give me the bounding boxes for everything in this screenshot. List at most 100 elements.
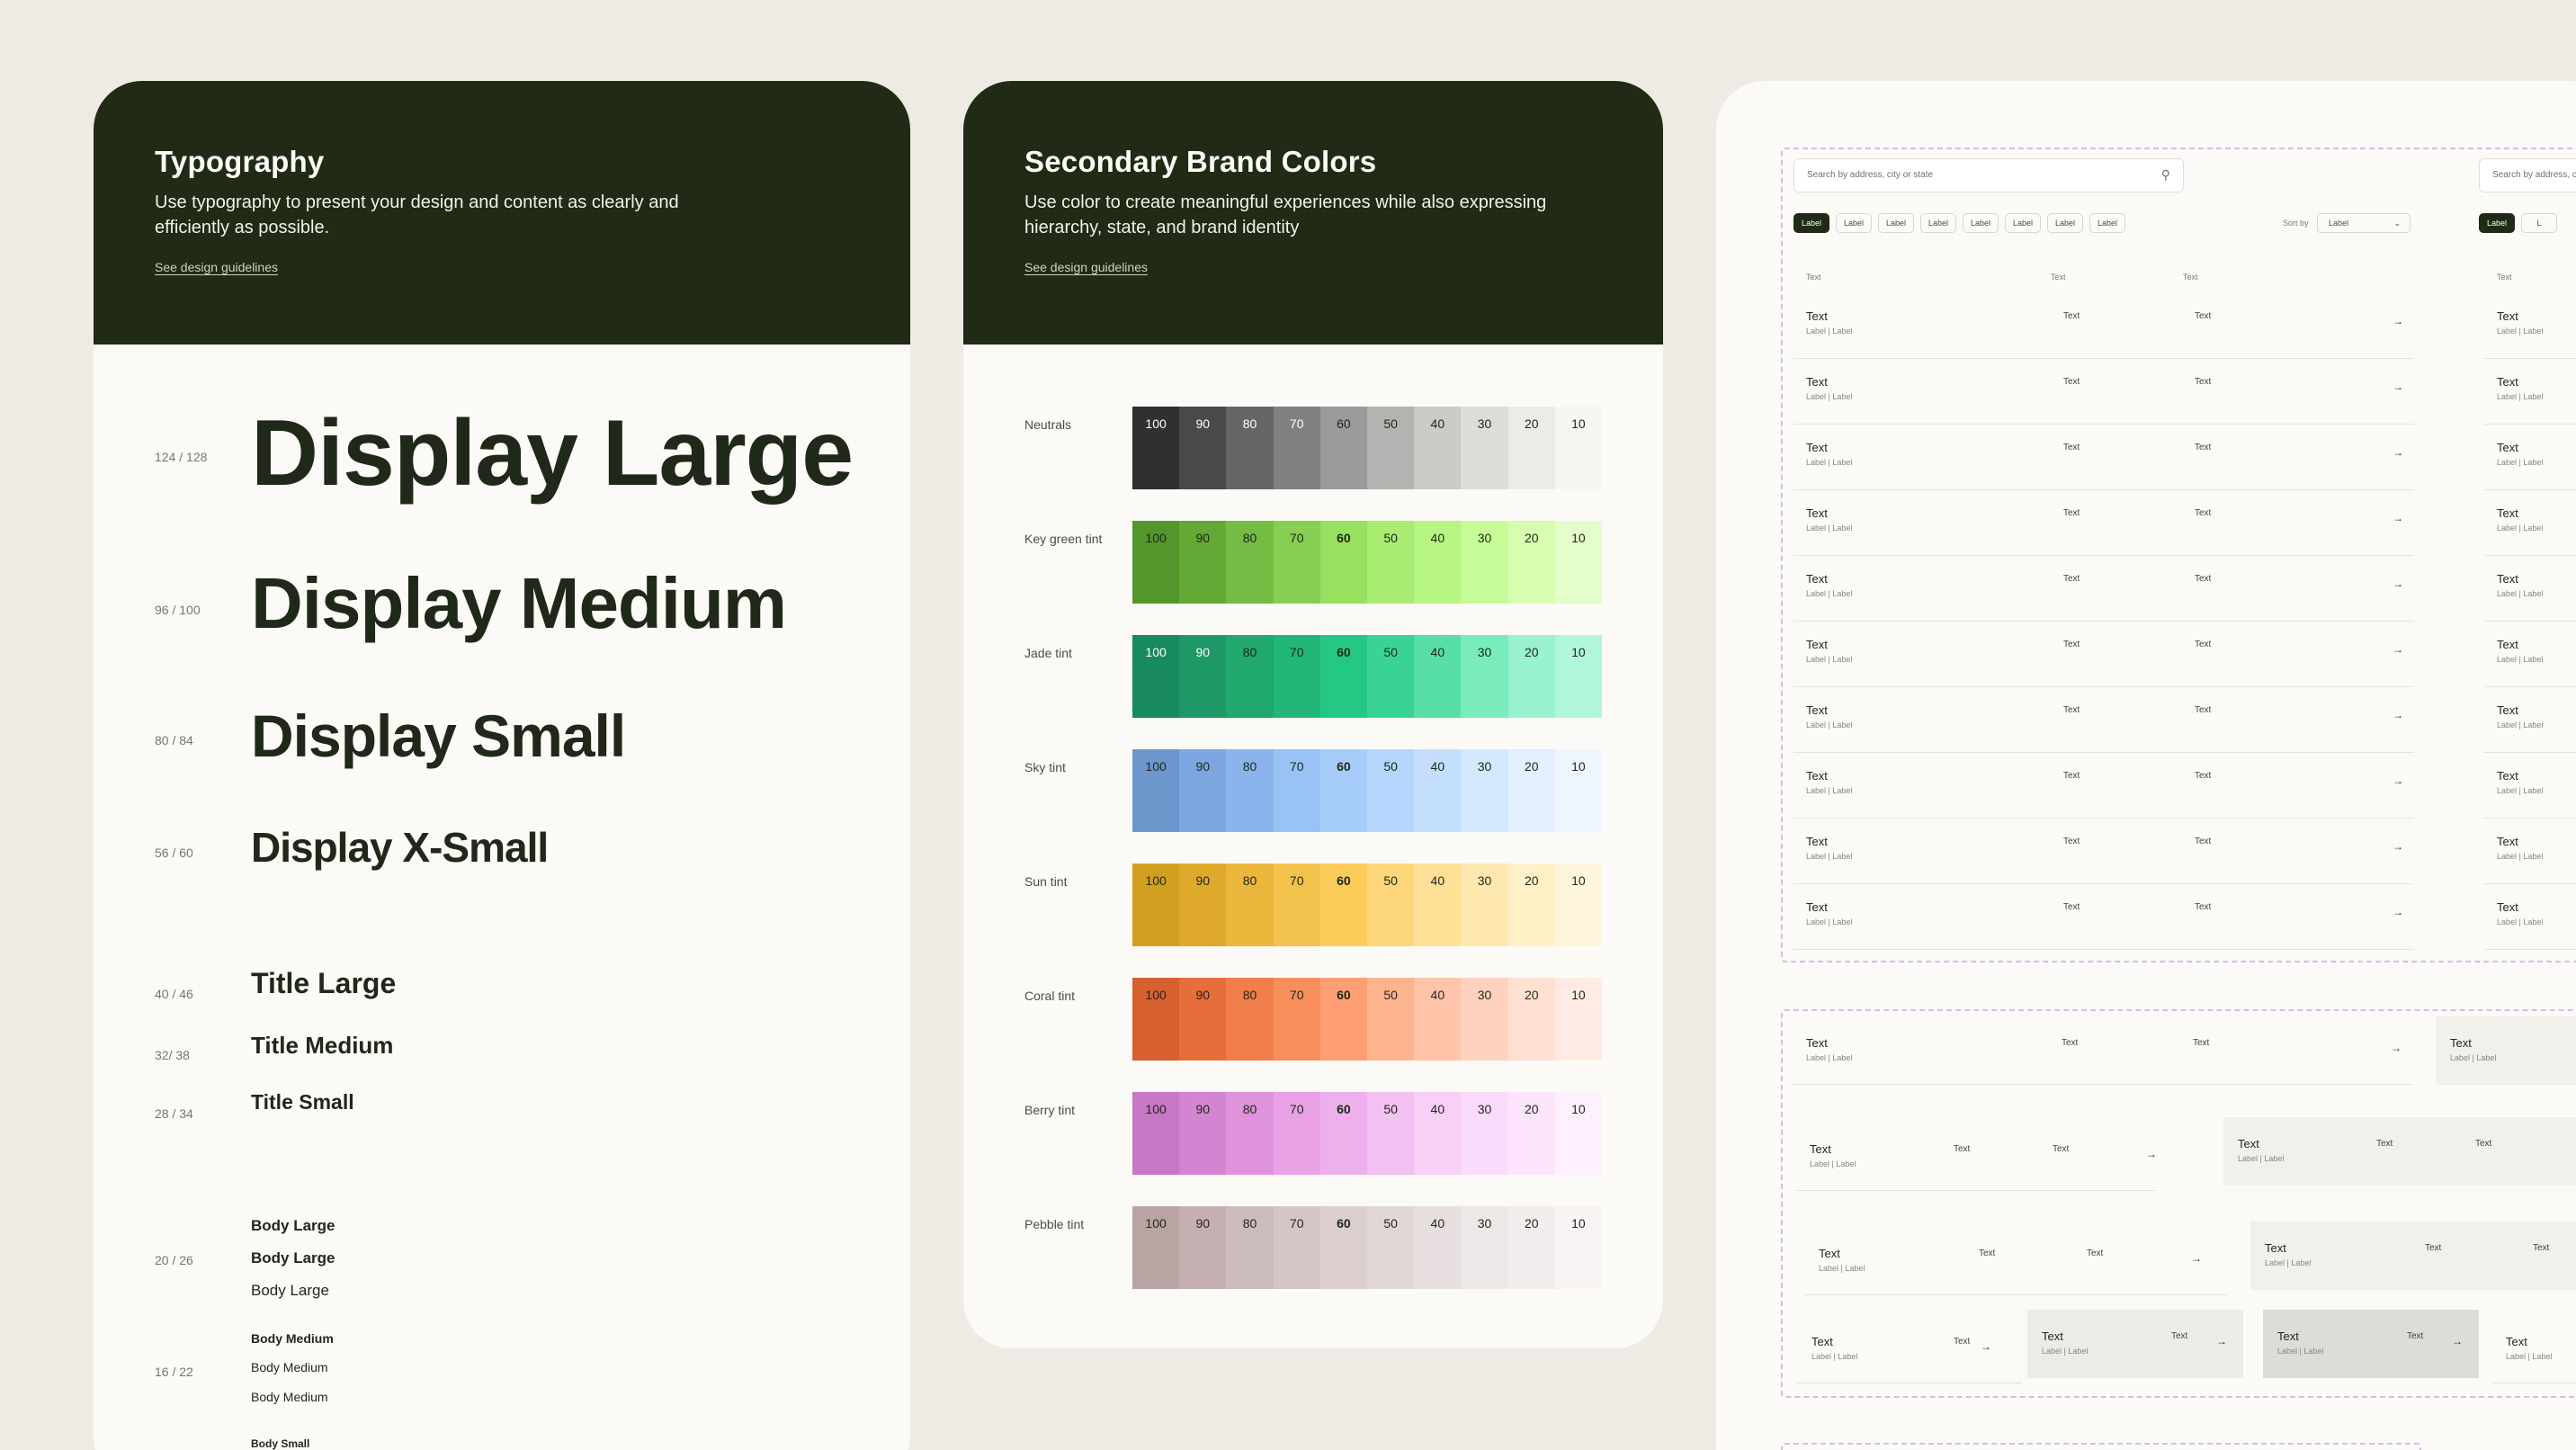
- filter-chip[interactable]: Label: [2479, 213, 2515, 233]
- color-swatch[interactable]: 90: [1179, 978, 1227, 1061]
- color-swatch[interactable]: 10: [1554, 635, 1603, 718]
- table-row[interactable]: Text Label | Label Text Text →: [1793, 687, 2414, 753]
- arrow-right-icon[interactable]: →: [2393, 774, 2403, 787]
- table-row[interactable]: Text Label | Label Text Text →: [1793, 293, 2414, 359]
- color-swatch[interactable]: 70: [1273, 864, 1320, 946]
- color-swatch[interactable]: 100: [1132, 749, 1180, 832]
- arrow-right-icon[interactable]: →: [2393, 906, 2403, 918]
- table-row[interactable]: Text Label | Label: [2484, 622, 2576, 687]
- color-swatch[interactable]: 10: [1554, 864, 1603, 946]
- color-swatch[interactable]: 30: [1461, 978, 1508, 1061]
- color-swatch[interactable]: 30: [1461, 1092, 1508, 1175]
- color-swatch[interactable]: 100: [1132, 521, 1180, 604]
- filter-chip[interactable]: Label: [2005, 213, 2041, 233]
- color-swatch[interactable]: 20: [1507, 1092, 1555, 1175]
- color-swatch[interactable]: 10: [1554, 1092, 1603, 1175]
- arrow-right-icon[interactable]: →: [2391, 1042, 2402, 1054]
- color-swatch[interactable]: 40: [1414, 1206, 1462, 1289]
- color-swatch[interactable]: 70: [1273, 978, 1320, 1061]
- color-swatch[interactable]: 50: [1367, 635, 1415, 718]
- arrow-right-icon[interactable]: →: [2191, 1252, 2202, 1265]
- color-swatch[interactable]: 60: [1319, 864, 1368, 946]
- color-swatch[interactable]: 10: [1554, 521, 1603, 604]
- table-row[interactable]: Text Label | Label Text Text →: [1793, 490, 2414, 556]
- color-swatch[interactable]: 80: [1226, 978, 1274, 1061]
- color-swatch[interactable]: 100: [1132, 978, 1180, 1061]
- color-swatch[interactable]: 20: [1507, 407, 1555, 489]
- arrow-right-icon[interactable]: →: [1981, 1340, 1991, 1353]
- row-variant[interactable]: Text Label | Label Text →: [1797, 1315, 2022, 1383]
- row-variant[interactable]: Text Label | Label Text Text →: [1792, 1016, 2412, 1085]
- color-swatch[interactable]: 70: [1273, 407, 1320, 489]
- arrow-right-icon[interactable]: →: [2146, 1148, 2157, 1160]
- color-swatch[interactable]: 40: [1414, 749, 1462, 832]
- table-row[interactable]: Text Label | Label Text Text →: [1793, 359, 2414, 425]
- color-swatch[interactable]: 60: [1319, 635, 1368, 718]
- row-variant[interactable]: Text Label | Label: [2491, 1315, 2576, 1383]
- row-variant[interactable]: Text Label | Label Text Text: [2250, 1222, 2576, 1290]
- color-swatch[interactable]: 90: [1179, 407, 1227, 489]
- color-swatch[interactable]: 90: [1179, 749, 1227, 832]
- color-swatch[interactable]: 70: [1273, 521, 1320, 604]
- color-swatch[interactable]: 30: [1461, 635, 1508, 718]
- color-swatch[interactable]: 20: [1507, 864, 1555, 946]
- color-swatch[interactable]: 60: [1319, 978, 1368, 1061]
- color-swatch[interactable]: 40: [1414, 864, 1462, 946]
- color-swatch[interactable]: 20: [1507, 521, 1555, 604]
- row-variant[interactable]: Text Label | Label Text Text →: [1804, 1227, 2227, 1295]
- color-swatch[interactable]: 50: [1367, 978, 1415, 1061]
- arrow-right-icon[interactable]: →: [2393, 446, 2403, 459]
- colors-guidelines-link[interactable]: See design guidelines: [1024, 260, 1148, 274]
- table-row[interactable]: Text Label | Label: [2484, 819, 2576, 884]
- table-row[interactable]: Text Label | Label: [2484, 359, 2576, 425]
- color-swatch[interactable]: 50: [1367, 1206, 1415, 1289]
- color-swatch[interactable]: 80: [1226, 1206, 1274, 1289]
- color-swatch[interactable]: 30: [1461, 521, 1508, 604]
- color-swatch[interactable]: 60: [1319, 749, 1368, 832]
- arrow-right-icon[interactable]: →: [2393, 577, 2403, 590]
- color-swatch[interactable]: 30: [1461, 1206, 1508, 1289]
- color-swatch[interactable]: 20: [1507, 1206, 1555, 1289]
- color-swatch[interactable]: 20: [1507, 978, 1555, 1061]
- table-row[interactable]: Text Label | Label: [2484, 490, 2576, 556]
- color-swatch[interactable]: 100: [1132, 1092, 1180, 1175]
- color-swatch[interactable]: 10: [1554, 1206, 1603, 1289]
- arrow-right-icon[interactable]: →: [2393, 380, 2403, 393]
- table-row[interactable]: Text Label | Label Text Text →: [1793, 425, 2414, 490]
- color-swatch[interactable]: 10: [1554, 407, 1603, 489]
- color-swatch[interactable]: 100: [1132, 1206, 1180, 1289]
- color-swatch[interactable]: 50: [1367, 1092, 1415, 1175]
- color-swatch[interactable]: 30: [1461, 749, 1508, 832]
- color-swatch[interactable]: 90: [1179, 1206, 1227, 1289]
- color-swatch[interactable]: 100: [1132, 635, 1180, 718]
- color-swatch[interactable]: 10: [1554, 978, 1603, 1061]
- filter-chip[interactable]: Label: [1878, 213, 1914, 233]
- arrow-right-icon[interactable]: →: [2393, 512, 2403, 524]
- color-swatch[interactable]: 20: [1507, 635, 1555, 718]
- color-swatch[interactable]: 90: [1179, 1092, 1227, 1175]
- filter-chip[interactable]: Label: [2089, 213, 2125, 233]
- color-swatch[interactable]: 50: [1367, 407, 1415, 489]
- table-row[interactable]: Text Label | Label Text Text →: [1793, 819, 2414, 884]
- color-swatch[interactable]: 60: [1319, 1206, 1368, 1289]
- filter-chip[interactable]: Label: [1793, 213, 1829, 233]
- color-swatch[interactable]: 90: [1179, 521, 1227, 604]
- search-input[interactable]: Search by address, city or state ⚲: [1793, 158, 2184, 192]
- color-swatch[interactable]: 100: [1132, 407, 1180, 489]
- table-row[interactable]: Text Label | Label Text Text →: [1793, 884, 2414, 950]
- color-swatch[interactable]: 40: [1414, 521, 1462, 604]
- arrow-right-icon[interactable]: →: [2393, 643, 2403, 656]
- filter-chip[interactable]: L: [2521, 213, 2557, 233]
- color-swatch[interactable]: 70: [1273, 749, 1320, 832]
- sort-select[interactable]: Label ⌄: [2317, 213, 2411, 233]
- color-swatch[interactable]: 80: [1226, 521, 1274, 604]
- color-swatch[interactable]: 40: [1414, 1092, 1462, 1175]
- table-row[interactable]: Text Label | Label Text Text →: [1793, 622, 2414, 687]
- arrow-right-icon[interactable]: →: [2216, 1335, 2227, 1347]
- arrow-right-icon[interactable]: →: [2393, 840, 2403, 853]
- color-swatch[interactable]: 80: [1226, 1092, 1274, 1175]
- arrow-right-icon[interactable]: →: [2393, 709, 2403, 721]
- table-row[interactable]: Text Label | Label: [2484, 556, 2576, 622]
- color-swatch[interactable]: 40: [1414, 978, 1462, 1061]
- row-variant[interactable]: Text Label | Label: [2436, 1016, 2576, 1085]
